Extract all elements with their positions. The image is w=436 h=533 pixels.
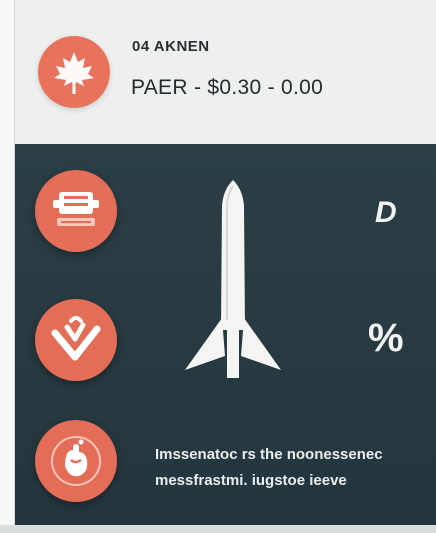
caption-line-1: Imssenatoc rs the noonessenec bbox=[155, 446, 383, 463]
main-panel: D % Imssenatoc rs the noonessenec messfr… bbox=[15, 144, 436, 525]
app-screen: 04 AKNEN PAER - $0.30 - 0.00 D % Imssena… bbox=[0, 0, 436, 533]
caption-line-2: messfrastmi. iugstoe ieeve bbox=[155, 472, 347, 489]
header-title: 04 AKNEN bbox=[132, 38, 210, 55]
header: 04 AKNEN PAER - $0.30 - 0.00 bbox=[15, 0, 436, 144]
rocket-icon bbox=[181, 180, 285, 385]
check-chevron-icon bbox=[51, 316, 101, 361]
maple-leaf-icon bbox=[38, 36, 110, 108]
left-edge-strip bbox=[0, 0, 15, 533]
header-subtitle: PAER - $0.30 - 0.00 bbox=[131, 76, 324, 99]
hand-button[interactable] bbox=[35, 420, 117, 502]
check-chevron-button[interactable] bbox=[35, 299, 117, 381]
badge-button[interactable] bbox=[35, 170, 117, 252]
percent-glyph: % bbox=[368, 316, 404, 360]
d-glyph: D bbox=[375, 196, 397, 229]
caption: Imssenatoc rs the noonessenec messfrastm… bbox=[155, 442, 425, 494]
bottom-bar bbox=[0, 525, 436, 533]
badge-icon bbox=[53, 192, 99, 226]
hand-icon bbox=[51, 436, 101, 486]
